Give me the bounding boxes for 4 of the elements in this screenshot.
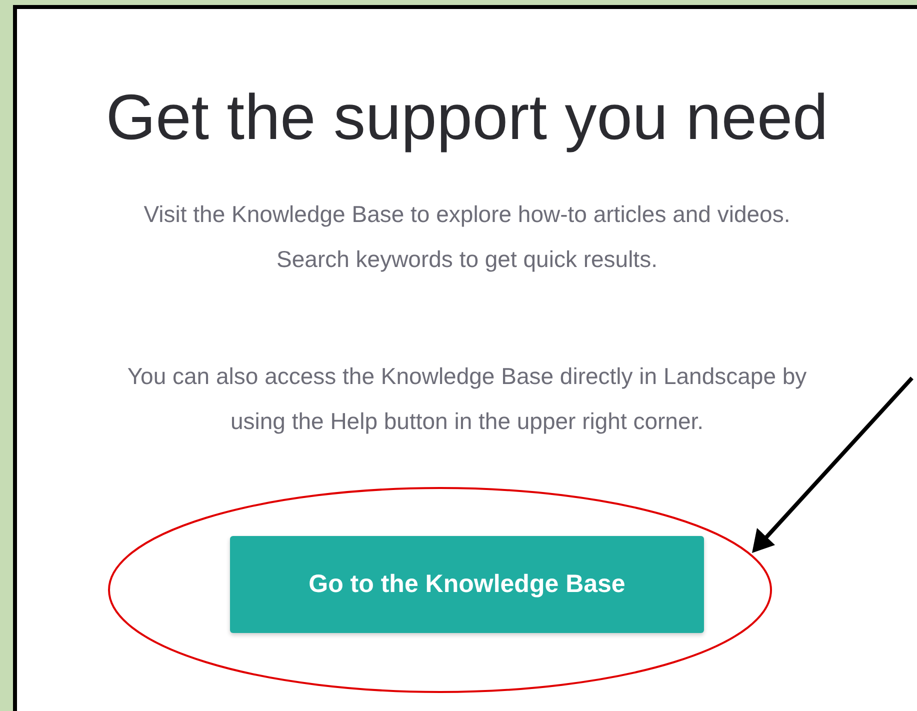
description-text: Visit the Knowledge Base to explore how-to articles and videos. Search keywords to get quick results. <box>144 200 790 274</box>
page-heading: Get the support you need <box>106 80 828 155</box>
description-text: You can also access the Knowledge Base directly in Landscape by using the Help button in the upper right corner. <box>127 362 807 436</box>
knowledge-base-button[interactable]: Go to the Knowledge Base <box>230 536 704 633</box>
